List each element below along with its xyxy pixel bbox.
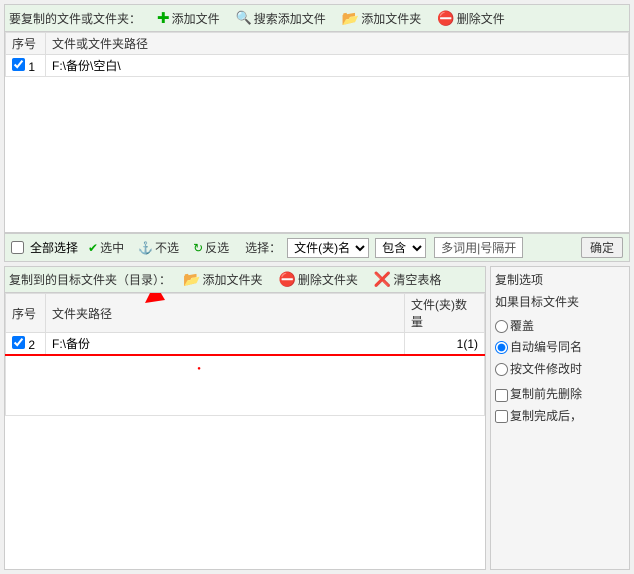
delete-file-button[interactable]: ⛔ 删除文件 (433, 9, 508, 28)
table-row: 1 F:\备份\空白\ (6, 55, 629, 77)
dest-col-path: 文件夹路径 (46, 294, 405, 333)
bydate-label: 按文件修改时 (510, 359, 582, 381)
autonumber-label: 自动编号同名 (510, 337, 582, 359)
dest-delete-folder-label: 删除文件夹 (298, 271, 358, 288)
confirm-button[interactable]: 确定 (581, 237, 623, 258)
col-header-num: 序号 (6, 33, 46, 55)
deselect-button[interactable]: ⚓ 不选 (134, 238, 183, 257)
dest-add-folder-button[interactable]: 📂 添加文件夹 (179, 270, 266, 289)
pre-delete-checkbox[interactable] (495, 389, 508, 402)
select-all-label: 全部选择 (30, 239, 78, 256)
search-add-file-button[interactable]: 🔍 搜索添加文件 (232, 9, 330, 28)
search-add-label: 搜索添加文件 (254, 10, 326, 27)
select-icon: ✔ (88, 241, 98, 255)
overwrite-radio[interactable] (495, 320, 508, 333)
copy-options-panel: 复制选项 如果目标文件夹 覆盖 自动编号同名 按文件修改时 (490, 266, 630, 570)
row-num-cell: 1 (6, 55, 46, 77)
dest-table: 序号 文件夹路径 文件(夹)数量 2 F:\备份 1(1) (5, 293, 485, 416)
dest-add-folder-label: 添加文件夹 (202, 271, 262, 288)
delete-file-label: 删除文件 (457, 10, 505, 27)
clear-table-button[interactable]: ❌ 清空表格 (370, 270, 445, 289)
multi-word-button[interactable]: 多词用|号隔开 (434, 237, 523, 258)
bydate-radio[interactable] (495, 363, 508, 376)
invert-label: 反选 (205, 239, 229, 256)
dest-row-num-cell: 2 (6, 333, 46, 356)
filter-type-select[interactable]: 文件(夹)名 路径 扩展名 (287, 238, 369, 258)
dest-row-path-cell: F:\备份 (46, 333, 405, 356)
dest-table-container: 序号 文件夹路径 文件(夹)数量 2 F:\备份 1(1) (4, 292, 486, 570)
bottom-left-panel: 复制到的目标文件夹（目录）： 📂 添加文件夹 ⛔ 删除文件夹 ❌ 清空表格 (4, 266, 486, 570)
add-file-label: 添加文件 (172, 10, 220, 27)
add-folder-button[interactable]: 📂 添加文件夹 (338, 9, 425, 28)
row-path-cell: F:\备份\空白\ (46, 55, 629, 77)
if-exists-label: 如果目标文件夹 (495, 292, 625, 314)
add-folder-label: 添加文件夹 (361, 10, 421, 27)
pre-delete-option: 复制前先删除 (495, 384, 625, 406)
add-file-icon: ✚ (157, 9, 170, 27)
col-header-path: 文件或文件夹路径 (46, 33, 629, 55)
overwrite-label: 覆盖 (510, 316, 534, 338)
autonumber-option: 自动编号同名 (495, 337, 625, 359)
dest-toolbar: 复制到的目标文件夹（目录）： 📂 添加文件夹 ⛔ 删除文件夹 ❌ 清空表格 (4, 266, 486, 292)
delete-file-icon: ⛔ (437, 10, 454, 27)
dest-row-count-cell: 1(1) (405, 333, 485, 356)
dest-delete-folder-button[interactable]: ⛔ 删除文件夹 (274, 270, 361, 289)
add-folder-icon: 📂 (342, 10, 359, 27)
add-file-button[interactable]: ✚ 添加文件 (153, 8, 224, 28)
dest-delete-folder-icon: ⛔ (278, 271, 295, 288)
search-icon: 🔍 (236, 10, 252, 26)
top-file-table: 序号 文件或文件夹路径 1 F:\备份\空白\ (5, 32, 629, 77)
invert-select-button[interactable]: ↻ 反选 (189, 238, 233, 257)
filter-bar: 全部选择 ✔ 选中 ⚓ 不选 ↻ 反选 选择： 文件(夹)名 路径 扩展名 包含… (4, 233, 630, 262)
clear-table-icon: ❌ (374, 271, 391, 288)
overwrite-option: 覆盖 (495, 316, 625, 338)
post-copy-checkbox[interactable] (495, 410, 508, 423)
post-copy-option: 复制完成后， (495, 406, 625, 428)
dest-add-folder-icon: 📂 (183, 271, 200, 288)
row-checkbox[interactable] (12, 58, 25, 71)
clear-table-label: 清空表格 (393, 271, 441, 288)
post-copy-label: 复制完成后， (510, 406, 582, 428)
copy-options-title: 复制选项 (495, 271, 625, 288)
dest-col-num: 序号 (6, 294, 46, 333)
dest-col-count: 文件(夹)数量 (405, 294, 485, 333)
deselect-icon: ⚓ (138, 241, 153, 255)
filter-condition-select[interactable]: 包含 等于 开头 结尾 (375, 238, 426, 258)
dest-row-checkbox[interactable] (12, 336, 25, 349)
select-label: 选中 (100, 239, 124, 256)
filter-label: 选择： (245, 239, 281, 256)
dest-row-num: 2 (28, 338, 35, 352)
deselect-label: 不选 (155, 239, 179, 256)
top-file-list: 序号 文件或文件夹路径 1 F:\备份\空白\ (5, 32, 629, 232)
select-button[interactable]: ✔ 选中 (84, 238, 128, 257)
select-all-checkbox[interactable] (11, 241, 24, 254)
copy-options-body: 如果目标文件夹 覆盖 自动编号同名 按文件修改时 复制前先删除 (495, 292, 625, 428)
pre-delete-label: 复制前先删除 (510, 384, 582, 406)
dest-label: 复制到的目标文件夹（目录）： (9, 271, 171, 288)
bydate-option: 按文件修改时 (495, 359, 625, 381)
dest-table-row: 2 F:\备份 1(1) (6, 333, 485, 356)
red-dot: ● (197, 366, 201, 372)
empty-row: ● (6, 355, 485, 415)
invert-icon: ↻ (193, 241, 203, 255)
row-num: 1 (28, 60, 35, 74)
top-toolbar: 要复制的文件或文件夹： ✚ 添加文件 🔍 搜索添加文件 📂 添加文件夹 ⛔ 删除… (5, 5, 629, 32)
autonumber-radio[interactable] (495, 341, 508, 354)
top-section-label: 要复制的文件或文件夹： (9, 10, 141, 27)
